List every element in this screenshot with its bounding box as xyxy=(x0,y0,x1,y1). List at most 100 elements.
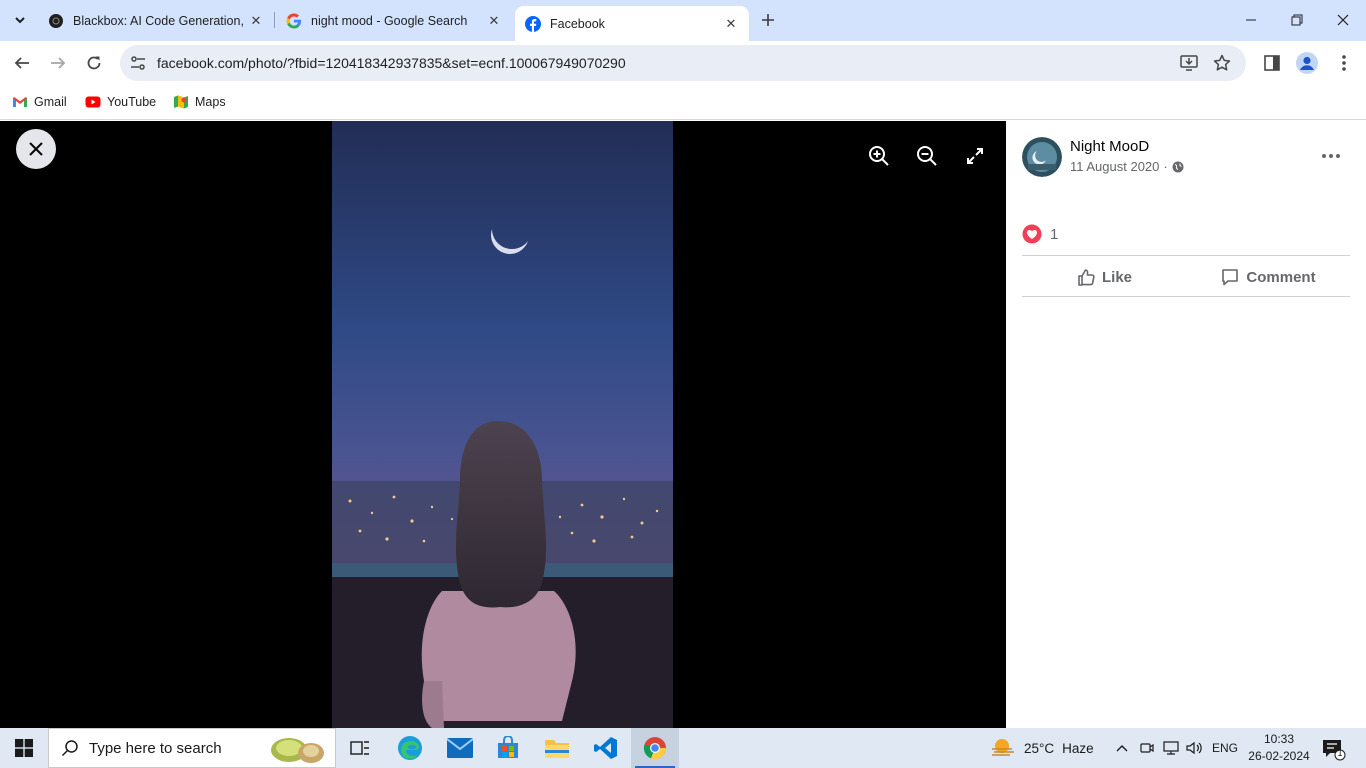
date-separator: · xyxy=(1163,159,1168,174)
reaction-count: 1 xyxy=(1050,225,1059,243)
mail-icon xyxy=(447,738,473,758)
weather-condition: Haze xyxy=(1062,740,1094,756)
globe-icon xyxy=(1172,161,1184,172)
reactions-summary[interactable]: 1 xyxy=(1022,224,1058,244)
tab-blackbox[interactable]: Blackbox: AI Code Generation, C ✕ xyxy=(38,6,274,35)
arrow-right-icon xyxy=(51,57,66,69)
comment-label: Comment xyxy=(1246,268,1316,286)
side-panel-button[interactable] xyxy=(1260,51,1284,75)
like-button[interactable]: Like xyxy=(1022,261,1186,293)
taskbar-search-box[interactable]: Type here to search xyxy=(48,728,336,768)
fullscreen-button[interactable] xyxy=(962,143,988,169)
comment-button[interactable]: Comment xyxy=(1186,261,1350,293)
site-settings-icon[interactable] xyxy=(130,55,146,71)
taskbar-vscode[interactable] xyxy=(582,728,630,768)
weather-widget[interactable]: 25°C Haze xyxy=(990,728,1094,768)
zoom-in-button[interactable] xyxy=(866,143,892,169)
search-placeholder: Type here to search xyxy=(89,739,222,757)
camera-icon xyxy=(1140,743,1154,753)
tray-volume[interactable] xyxy=(1184,728,1206,768)
task-view-button[interactable] xyxy=(336,728,384,768)
new-tab-button[interactable] xyxy=(757,9,779,31)
bookmark-star-button[interactable] xyxy=(1212,53,1232,73)
side-panel-icon xyxy=(1264,55,1280,71)
maps-icon xyxy=(174,95,188,109)
more-horizontal-icon xyxy=(1322,154,1340,158)
taskbar-store[interactable] xyxy=(484,728,532,768)
close-viewer-button[interactable] xyxy=(16,129,56,169)
windows-logo-icon xyxy=(15,739,33,757)
show-hidden-icons-button[interactable] xyxy=(1112,728,1132,768)
post-details-panel: Night MooD 11 August 2020 · 1 Like Comme… xyxy=(1006,121,1366,728)
taskbar-file-explorer[interactable] xyxy=(533,728,581,768)
browser-menu-button[interactable] xyxy=(1332,51,1356,75)
close-icon[interactable]: ✕ xyxy=(723,16,739,32)
clock-time: 10:33 xyxy=(1263,732,1295,746)
taskbar-mail[interactable] xyxy=(436,728,484,768)
clock-date: 26-02-2024 xyxy=(1248,749,1310,763)
gmail-icon xyxy=(13,97,27,107)
bookmarks-bar: Gmail YouTube Maps xyxy=(0,85,1366,120)
language-indicator[interactable]: ENG xyxy=(1212,728,1238,768)
close-icon[interactable]: ✕ xyxy=(248,13,264,29)
zoom-in-icon xyxy=(869,146,889,166)
post-photo[interactable] xyxy=(332,121,673,728)
minimize-icon xyxy=(1246,19,1256,21)
facebook-favicon-icon xyxy=(525,15,541,32)
taskbar-chrome[interactable] xyxy=(631,728,679,768)
search-icon xyxy=(61,740,78,757)
bookmark-label: YouTube xyxy=(107,95,157,109)
post-timestamp[interactable]: 11 August 2020 · xyxy=(1070,159,1184,174)
reload-icon xyxy=(87,56,101,70)
tab-google-search[interactable]: night mood - Google Search ✕ xyxy=(276,6,512,35)
close-icon xyxy=(1337,14,1349,26)
avatar-icon xyxy=(1296,52,1318,74)
forward-button[interactable] xyxy=(44,49,72,77)
page-name-link[interactable]: Night MooD xyxy=(1070,138,1149,155)
network-icon xyxy=(1163,741,1179,755)
zoom-out-button[interactable] xyxy=(914,143,940,169)
tab-separator xyxy=(274,12,275,28)
profile-button[interactable] xyxy=(1295,51,1319,75)
tray-meet-now[interactable] xyxy=(1137,728,1157,768)
bookmark-youtube[interactable]: YouTube xyxy=(85,92,156,112)
bookmark-maps[interactable]: Maps xyxy=(173,92,226,112)
bookmark-label: Maps xyxy=(195,95,226,109)
star-icon xyxy=(1213,54,1231,71)
restore-icon xyxy=(1291,14,1303,26)
vscode-icon xyxy=(594,737,617,759)
search-highlight-illustration xyxy=(271,738,324,763)
weather-temp: 25°C xyxy=(1024,740,1055,756)
minimize-button[interactable] xyxy=(1228,0,1274,40)
chrome-icon xyxy=(643,737,667,760)
post-options-button[interactable] xyxy=(1316,141,1346,171)
chevron-up-icon xyxy=(1116,745,1128,752)
back-button[interactable] xyxy=(8,49,36,77)
start-button[interactable] xyxy=(0,728,48,768)
clock[interactable]: 10:33 26-02-2024 xyxy=(1248,731,1310,765)
bookmark-gmail[interactable]: Gmail xyxy=(12,92,67,112)
notifications-button[interactable]: 1 xyxy=(1320,736,1346,762)
reload-button[interactable] xyxy=(80,49,108,77)
tab-search-button[interactable] xyxy=(8,8,32,32)
store-icon xyxy=(498,736,518,758)
close-window-button[interactable] xyxy=(1320,0,1366,40)
windows-taskbar: Type here to search 25°C Haze ENG 10:33 … xyxy=(0,728,1366,768)
close-icon[interactable]: ✕ xyxy=(486,13,502,29)
tab-title: night mood - Google Search xyxy=(311,13,468,28)
taskbar-edge[interactable] xyxy=(386,728,434,768)
address-bar[interactable]: facebook.com/photo/?fbid=120418342937835… xyxy=(120,45,1246,81)
tab-facebook[interactable]: Facebook ✕ xyxy=(515,6,749,41)
arrow-left-icon xyxy=(14,57,29,69)
divider xyxy=(1022,255,1350,256)
restore-button[interactable] xyxy=(1274,0,1320,40)
expand-icon xyxy=(967,148,983,164)
page-avatar[interactable] xyxy=(1022,137,1062,177)
url-text[interactable]: facebook.com/photo/?fbid=120418342937835… xyxy=(157,55,626,71)
zoom-out-icon xyxy=(917,146,937,166)
kebab-menu-icon xyxy=(1342,55,1346,71)
tray-network[interactable] xyxy=(1160,728,1182,768)
install-app-button[interactable] xyxy=(1179,53,1199,73)
divider xyxy=(1022,296,1350,297)
tab-strip: Blackbox: AI Code Generation, C ✕ night … xyxy=(0,0,1366,41)
